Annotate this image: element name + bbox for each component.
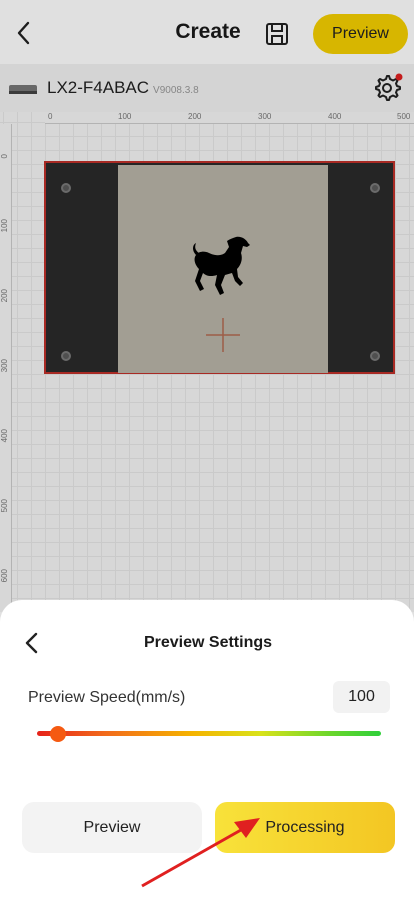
back-icon[interactable] — [22, 630, 42, 656]
speed-value-input[interactable]: 100 — [333, 681, 390, 713]
speed-label: Preview Speed(mm/s) — [28, 689, 186, 706]
speed-slider-track[interactable] — [37, 731, 381, 736]
speed-slider-thumb[interactable] — [49, 726, 66, 742]
annotation-arrow-icon — [141, 818, 260, 888]
sheet-title: Preview Settings — [143, 634, 273, 651]
